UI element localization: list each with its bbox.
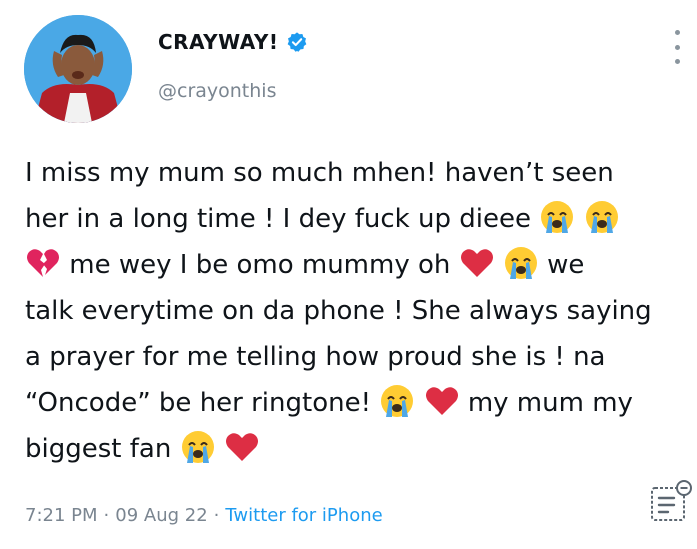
tweet-line: a prayer for me telling how proud she is… [25,334,675,380]
tweet-date[interactable]: 09 Aug 22 [115,505,207,526]
loudly-crying-face-icon [504,246,537,279]
tweet-text: I miss my mum so much mhen! haven’t seen… [25,150,675,472]
tweet-text-segment: talk everytime on da phone ! She always … [25,296,652,326]
user-handle[interactable]: @crayonthis [158,80,276,102]
tweet-text-segment: her in a long time ! I dey fuck up dieee [25,204,531,234]
red-heart-icon [225,432,258,461]
verified-badge-icon [288,32,307,52]
tweet-text-segment: biggest fan [25,434,172,464]
tweet-line: talk everytime on da phone ! She always … [25,288,675,334]
red-heart-icon [460,248,493,277]
avatar-image [24,15,132,123]
tweet-line: I miss my mum so much mhen! haven’t seen [25,150,675,196]
tweet-line: biggest fan [25,426,675,472]
avatar[interactable] [24,15,132,123]
red-heart-icon [425,386,458,415]
tweet-source-link[interactable]: Twitter for iPhone [225,505,382,526]
tweet-time[interactable]: 7:21 PM [25,505,98,526]
tweet-text-segment: we [547,250,585,280]
loudly-crying-face-icon [585,200,618,233]
meta-separator: · [213,505,220,526]
tweet-text-segment: a prayer for me telling how proud she is… [25,342,606,372]
view-analytics-icon[interactable] [650,478,694,524]
tweet-text-segment: me wey I be omo mummy oh [69,250,451,280]
loudly-crying-face-icon [381,384,414,417]
user-name-row[interactable]: CRAYWAY! [158,30,308,54]
tweet-line: her in a long time ! I dey fuck up dieee [25,196,675,242]
loudly-crying-face-icon [181,430,214,463]
meta-separator: · [103,505,110,526]
loudly-crying-face-icon [541,200,574,233]
tweet-text-segment: I miss my mum so much mhen! haven’t seen [25,158,614,188]
broken-heart-icon [27,248,59,277]
more-options-icon[interactable] [670,30,684,64]
tweet-line: “Oncode” be her ringtone! my mum my [25,380,675,426]
tweet-text-segment: “Oncode” be her ringtone! [25,388,372,418]
tweet-text-segment: my mum my [467,388,633,418]
tweet-line: me wey I be omo mummy oh we [25,242,675,288]
display-name[interactable]: CRAYWAY! [158,30,278,54]
tweet-meta: 7:21 PM · 09 Aug 22 · Twitter for iPhone [25,505,383,526]
